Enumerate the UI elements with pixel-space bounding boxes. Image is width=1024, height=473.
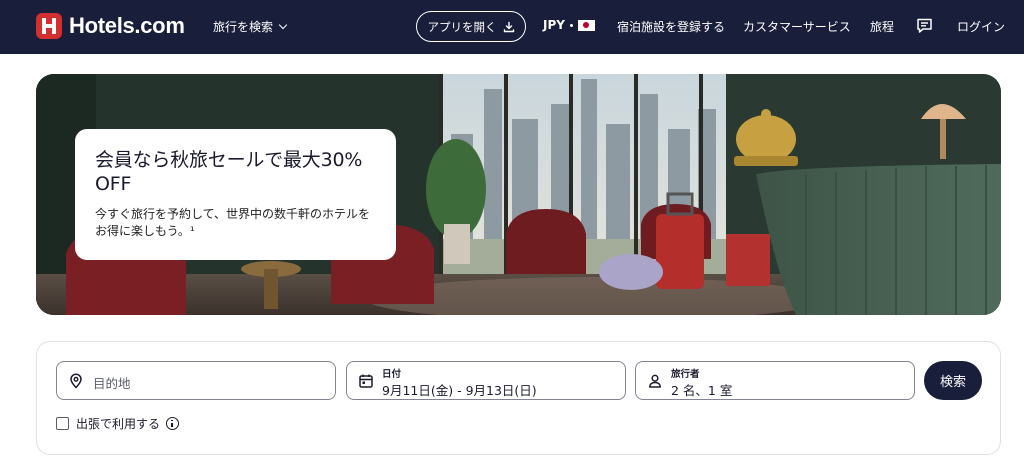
list-property-link[interactable]: 宿泊施設を登録する <box>617 18 725 35</box>
hotels-logo-icon <box>36 13 62 39</box>
destination-field[interactable]: 目的地 <box>56 361 336 400</box>
location-pin-icon <box>70 373 82 389</box>
person-icon <box>649 374 661 388</box>
open-app-button[interactable]: アプリを開く <box>416 11 526 42</box>
trips-link[interactable]: 旅程 <box>870 18 894 35</box>
currency-language-selector[interactable]: JPY <box>543 18 595 32</box>
message-icon[interactable] <box>916 18 933 34</box>
dates-value: 9月11日(金) - 9月13日(日) <box>382 383 537 398</box>
business-travel-checkbox[interactable] <box>56 417 69 430</box>
search-form: 目的地 日付 9月11日(金) - 9月13日(日) 旅行者 2 名、1 室 検… <box>36 341 1001 455</box>
travelers-value: 2 名、1 室 <box>671 383 733 398</box>
business-travel-label: 出張で利用する <box>76 417 161 431</box>
sign-in-link[interactable]: ログイン <box>957 18 1005 35</box>
promo-title: 会員なら秋旅セールで最大30% OFF <box>95 149 363 195</box>
open-app-label: アプリを開く <box>427 19 497 34</box>
japan-flag-icon <box>577 19 595 31</box>
destination-placeholder: 目的地 <box>93 376 131 391</box>
download-icon <box>503 21 514 32</box>
brand-name: Hotels.com <box>69 13 185 38</box>
search-button[interactable]: 検索 <box>924 361 982 400</box>
promo-card[interactable]: 会員なら秋旅セールで最大30% OFF 今すぐ旅行を予約して、世界中の数千軒のホ… <box>75 129 396 260</box>
promo-subtitle: 今すぐ旅行を予約して、世界中の数千軒のホテルをお得に楽しもう。¹ <box>95 207 371 238</box>
top-navbar: Hotels.com 旅行を検索 アプリを開く JPY 宿泊施設を登録する カス… <box>0 0 1024 54</box>
dates-label: 日付 <box>382 369 402 380</box>
dates-field[interactable]: 日付 9月11日(金) - 9月13日(日) <box>346 361 626 400</box>
info-icon[interactable] <box>166 417 180 430</box>
hotels-logo[interactable]: Hotels.com <box>36 13 185 39</box>
travelers-label: 旅行者 <box>671 369 700 380</box>
currency-label: JPY <box>543 18 565 32</box>
customer-service-link[interactable]: カスタマーサービス <box>743 18 851 35</box>
separator-dot <box>569 23 573 27</box>
travelers-field[interactable]: 旅行者 2 名、1 室 <box>635 361 915 400</box>
chevron-down-icon <box>278 20 288 30</box>
search-trips-menu[interactable]: 旅行を検索 <box>213 18 288 35</box>
business-travel-option[interactable]: 出張で利用する <box>56 415 180 432</box>
search-trips-label: 旅行を検索 <box>213 20 274 34</box>
calendar-icon <box>359 374 373 388</box>
